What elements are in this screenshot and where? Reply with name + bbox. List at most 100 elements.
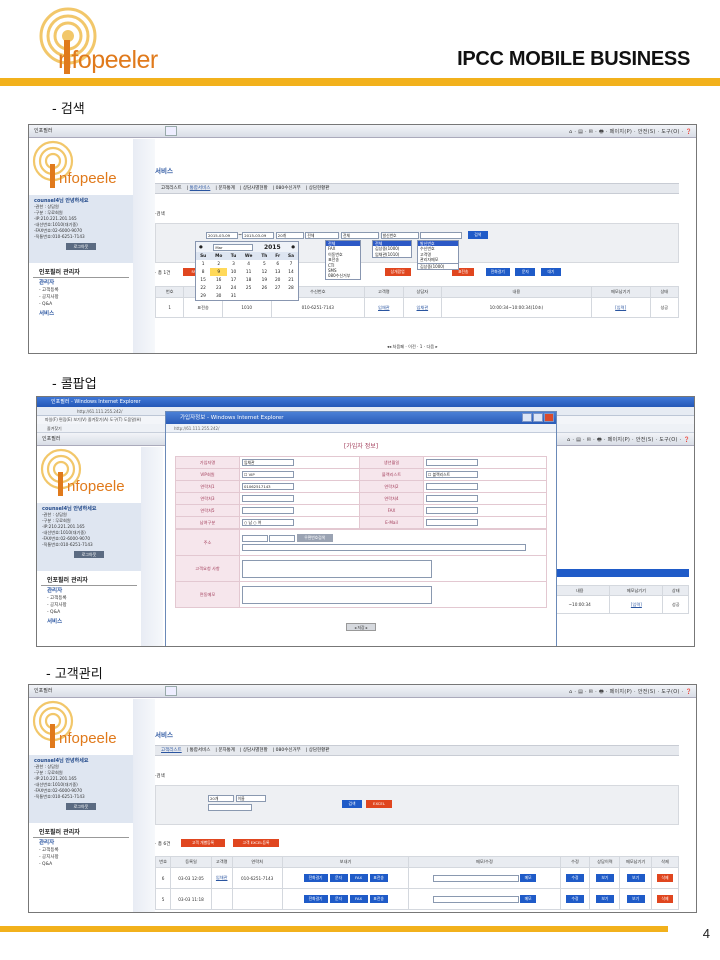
calendar-day[interactable]: 9 — [210, 268, 228, 276]
dropdown-option[interactable]: 080수신거부 — [326, 273, 360, 278]
calendar-day[interactable]: 30 — [210, 292, 227, 300]
sidebar-item-register[interactable]: - 고객등록 — [39, 287, 123, 294]
page-size-select[interactable]: 20개 — [275, 231, 304, 239]
date-picker[interactable]: ● Mar 2015 ● Su Mo Tu We Th Fr Sa 1 2 3 4 5 6 7 8 9 10 11… — [195, 241, 299, 301]
calendar-day[interactable]: 29 — [196, 292, 210, 300]
calendar-day[interactable] — [240, 292, 257, 300]
calendar-day[interactable]: 18 — [240, 276, 257, 284]
tab-customer-list-3[interactable]: 고객리스트 — [161, 748, 182, 753]
calendar-day[interactable] — [257, 292, 271, 300]
tab-dashboard[interactable]: 상담현황판 — [309, 186, 330, 191]
calendar-day[interactable]: 16 — [210, 276, 227, 284]
maximize-icon[interactable] — [533, 413, 543, 422]
tab-customer-list[interactable]: 고객리스트 — [161, 186, 182, 191]
sms-button[interactable]: 문자 — [515, 268, 536, 276]
field-input[interactable] — [426, 495, 478, 502]
calendar-day[interactable] — [271, 292, 284, 300]
logout-button-3[interactable]: 로그아웃 — [66, 803, 96, 810]
sidebar-nav-head-2[interactable]: 관리자 — [47, 588, 131, 595]
tab-dashboard-3[interactable]: 상담현황판 — [309, 748, 330, 753]
date-to-input[interactable]: 2015-03-09 — [242, 231, 275, 239]
calendar-day[interactable] — [284, 292, 298, 300]
customer-search-button[interactable]: 검색 — [342, 800, 362, 808]
bg-memo-link[interactable]: [입력] — [631, 602, 642, 607]
agent-dropdown[interactable]: 전체 김상중(1000) 임채관(1010) — [372, 240, 412, 259]
logout-button[interactable]: 로그아웃 — [66, 243, 96, 250]
calendar-day[interactable]: 5 — [257, 260, 271, 268]
close-icon[interactable] — [544, 413, 554, 422]
type-select[interactable]: 전체 — [305, 231, 340, 239]
logout-button-2[interactable]: 로그아웃 — [74, 551, 104, 558]
send-button[interactable]: FAX — [349, 874, 368, 882]
calendar-day[interactable]: 1 — [196, 260, 210, 268]
send-button[interactable]: 전화걸기 — [303, 895, 328, 903]
history-button[interactable]: 보기 — [595, 874, 614, 882]
calendar-day[interactable]: 4 — [240, 260, 257, 268]
sidebar-item-service-2[interactable]: 서비스 — [47, 619, 131, 626]
calendar-day[interactable]: 20 — [271, 276, 284, 284]
memo-textarea[interactable] — [242, 559, 432, 578]
zip1-input[interactable] — [242, 534, 268, 542]
delete-button[interactable]: 삭제 — [656, 895, 673, 903]
tab-integrated-3[interactable]: 통합서비스 — [190, 748, 211, 753]
calendar-day[interactable]: 11 — [240, 268, 257, 276]
calendar-day[interactable]: 7 — [284, 260, 298, 268]
save-button[interactable]: ◂ 저장 ▸ — [346, 622, 376, 631]
memo2-textarea[interactable] — [242, 585, 432, 604]
sidebar-item-register-2[interactable]: - 고객등록 — [47, 595, 131, 602]
memo-view-button[interactable]: 보기 — [626, 874, 645, 882]
field-dropdown[interactable]: 발신번호 수신번호 고객명 관리자메모 김상중(1000) — [417, 240, 459, 271]
calendar-day[interactable]: 28 — [284, 284, 298, 292]
send-button[interactable]: 표전송 — [369, 874, 388, 882]
field-input[interactable] — [426, 459, 478, 466]
customer-keyword-input[interactable] — [208, 804, 252, 811]
new-tab-button-3[interactable] — [165, 686, 177, 696]
dropdown-footer[interactable]: 김상중(1000) — [418, 262, 458, 269]
popup-button[interactable]: 상개팝업 — [384, 268, 411, 276]
customer-link[interactable]: 임채관 — [378, 305, 390, 310]
prev-month-icon[interactable]: ● — [199, 245, 203, 250]
send-button[interactable]: 표전송 — [369, 895, 388, 903]
edit-button[interactable]: 수정 — [565, 895, 584, 903]
calendar-day[interactable]: 17 — [227, 276, 240, 284]
search-button[interactable]: 검색 — [467, 231, 488, 239]
minimize-icon[interactable] — [522, 413, 532, 422]
sidebar-item-qna-3[interactable]: - Q&A — [39, 861, 123, 868]
memo-button[interactable]: 메모 — [520, 895, 537, 903]
new-tab-button[interactable] — [165, 126, 177, 136]
field-input[interactable]: ☐ VIP — [242, 471, 294, 478]
excel-register-button[interactable]: 고객 EXCEL등록 — [233, 839, 279, 847]
calendar-day[interactable]: 14 — [284, 268, 298, 276]
field-input[interactable]: 01062517143 — [242, 483, 294, 490]
month-select[interactable]: Mar — [213, 243, 254, 251]
keyword-input[interactable] — [420, 231, 463, 239]
sidebar-nav-head-3[interactable]: 관리자 — [39, 840, 123, 847]
memo-input[interactable] — [432, 874, 519, 882]
send-button[interactable]: 전화걸기 — [303, 874, 328, 882]
field-input[interactable] — [426, 507, 478, 514]
calendar-day[interactable]: 19 — [257, 276, 271, 284]
sidebar-item-notice-3[interactable]: - 공지사항 — [39, 854, 123, 861]
sidebar-item-notice-2[interactable]: - 공지사항 — [47, 602, 131, 609]
ie-toolbar-3[interactable]: ⌂ · ▤ · ✉ · 🖶 · 페이지(P) · 안전(S) · 도구(O) ·… — [569, 688, 692, 697]
zip-search-button[interactable]: 우편번호검색 — [296, 534, 333, 542]
ie-tab-3[interactable]: 인포필러 — [32, 687, 54, 694]
calendar-day[interactable]: 3 — [227, 260, 240, 268]
calendar-day[interactable]: 21 — [284, 276, 298, 284]
tab-080-reject-3[interactable]: 080수신거부 — [276, 748, 301, 753]
tab-080-reject[interactable]: 080수신거부 — [276, 186, 301, 191]
customer-page-size-select[interactable]: 20개 — [208, 795, 234, 802]
calendar-day[interactable]: 8 — [196, 268, 210, 276]
field-input[interactable]: 임채관 — [242, 459, 294, 466]
customer-field-select[interactable]: 이름 — [235, 795, 266, 802]
calendar-day[interactable]: 12 — [257, 268, 271, 276]
calendar-day[interactable]: 31 — [227, 292, 240, 300]
agent-link[interactable]: 임채관 — [417, 305, 429, 310]
history-button[interactable]: 보기 — [595, 895, 614, 903]
zip2-input[interactable] — [269, 534, 296, 542]
popup-address-bar[interactable]: http://61.111.255.242/ — [166, 424, 556, 433]
calendar-day[interactable]: 24 — [227, 284, 240, 292]
ie-toolbar-2[interactable]: ⌂ · ▤ · ✉ · 🖶 · 페이지(P) · 안전(S) · 도구(O) ·… — [567, 436, 690, 445]
sidebar-item-service[interactable]: 서비스 — [39, 311, 123, 318]
send-button[interactable]: 문자 — [329, 874, 348, 882]
